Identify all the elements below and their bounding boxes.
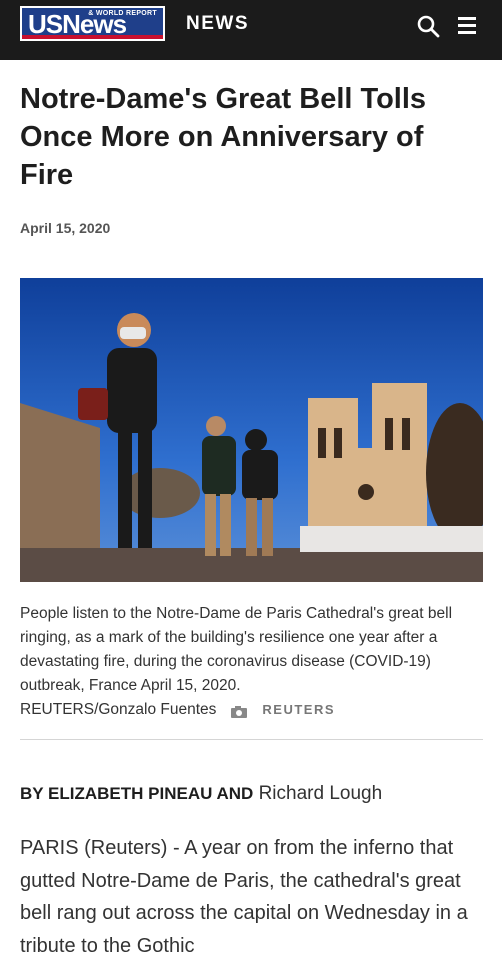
byline-author[interactable]: Richard Lough — [259, 783, 383, 804]
section-divider — [20, 739, 483, 740]
photo-caption: People listen to the Notre-Dame de Paris… — [20, 602, 482, 722]
logo-red-stripe — [22, 35, 163, 39]
article-body: PARIS (Reuters) - A year on from the inf… — [20, 837, 468, 957]
search-icon[interactable] — [416, 14, 440, 38]
photo-credit: REUTERS/Gonzalo Fuentes — [20, 701, 217, 718]
article-headline: Notre-Dame's Great Bell Tolls Once More … — [20, 83, 427, 191]
camera-icon — [230, 703, 248, 718]
menu-icon[interactable] — [456, 14, 480, 38]
usnews-logo[interactable]: & WORLD REPORT USNews — [20, 6, 165, 41]
byline: BY ELIZABETH PINEAU AND Richard Lough — [20, 783, 382, 805]
logo-text: USNews — [28, 9, 127, 39]
photo-credit-line: REUTERS/Gonzalo Fuentes REUTERS — [20, 698, 482, 722]
top-navigation-bar: & WORLD REPORT USNews NEWS — [0, 0, 502, 60]
article-photo[interactable] — [20, 278, 483, 582]
section-title[interactable]: NEWS — [186, 13, 249, 35]
reuters-credit-label: REUTERS — [262, 702, 336, 717]
byline-caps: BY ELIZABETH PINEAU AND — [20, 784, 254, 803]
caption-text: People listen to the Notre-Dame de Paris… — [20, 605, 453, 694]
article-date: April 15, 2020 — [20, 220, 111, 236]
